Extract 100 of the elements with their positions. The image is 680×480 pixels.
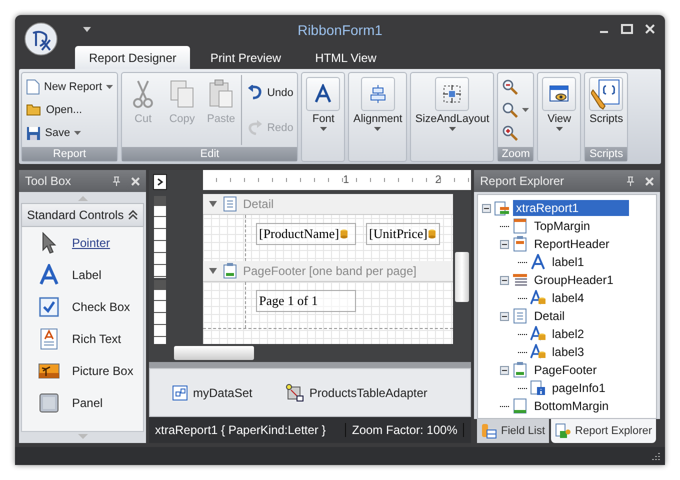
page-footer-band-icon (223, 263, 237, 279)
tree-node[interactable]: BottomMargin (531, 398, 612, 414)
close-icon[interactable] (131, 176, 140, 186)
ribbon-tab[interactable]: HTML View (301, 46, 390, 69)
ribbon-button[interactable]: Undo (245, 83, 296, 102)
panel-title: Report Explorer (480, 174, 564, 188)
ribbon-tab[interactable]: Report Designer (75, 46, 190, 69)
panel-tab[interactable]: Field List (477, 419, 550, 443)
group-band-icon (512, 272, 528, 288)
panel-title: Tool Box (25, 174, 72, 188)
magnifier-icon (502, 78, 518, 95)
window-eye-icon (548, 84, 570, 104)
document-icon (26, 79, 40, 96)
band-title: Detail (243, 197, 274, 211)
page-info-icon (530, 380, 546, 396)
component-tray-item[interactable]: ProductsTableAdapter (286, 384, 428, 402)
resize-icon (442, 84, 462, 104)
tree-node[interactable]: label1 (549, 254, 588, 270)
margin-band-icon (512, 398, 528, 414)
tree-node[interactable]: label3 (549, 344, 588, 360)
group-caption: Scripts (585, 147, 628, 161)
table-adapter-icon (286, 384, 304, 402)
dataset-icon (172, 384, 188, 401)
collapse-icon[interactable] (128, 210, 138, 220)
tree-node[interactable]: pageInfo1 (549, 380, 608, 396)
ribbon-button[interactable]: Save (24, 124, 116, 143)
detail-band-icon (512, 308, 528, 324)
band-icon (512, 236, 528, 252)
ribbon-tab[interactable]: Print Preview (196, 46, 296, 69)
window-title: RibbonForm1 (298, 22, 382, 38)
close-icon[interactable] (645, 24, 655, 34)
alignment-icon (368, 84, 388, 104)
pin-icon[interactable] (112, 176, 121, 186)
application-button[interactable] (24, 22, 58, 56)
checkbox-icon (38, 296, 60, 318)
tree-node[interactable]: xtraReport1 (513, 200, 629, 216)
toolbox-item[interactable]: Check Box (22, 291, 143, 323)
data-label-icon (530, 344, 546, 360)
script-pencil-icon (591, 78, 622, 110)
band-icon (512, 362, 528, 378)
status-text: xtraReport1 { PaperKind:Letter } (149, 423, 346, 438)
report-label[interactable]: [ProductName] (256, 223, 356, 245)
tree-node[interactable]: PageFooter (531, 362, 600, 378)
toolbox-item[interactable]: Rich Text (22, 323, 143, 355)
ribbon-button[interactable]: New Report (24, 77, 116, 98)
folder-icon (26, 103, 42, 118)
quick-access-caret-icon[interactable] (83, 27, 91, 33)
pin-icon[interactable] (626, 176, 635, 186)
tree-node[interactable]: label2 (549, 326, 588, 342)
report-label[interactable]: Page 1 of 1 (256, 290, 356, 312)
expander-icon[interactable] (500, 366, 509, 374)
toolbox-item[interactable]: Pointer (22, 227, 143, 259)
ribbon-button[interactable]: Scripts (587, 75, 626, 145)
ribbon-button[interactable]: Font (304, 75, 342, 159)
tree-node[interactable]: GroupHeader1 (531, 272, 616, 288)
maximize-icon[interactable] (621, 24, 633, 34)
collapse-triangle-icon[interactable] (209, 268, 217, 274)
expander-icon[interactable] (482, 204, 491, 212)
tree-node[interactable]: Detail (531, 308, 568, 324)
expander-icon[interactable] (500, 240, 509, 248)
status-text: Zoom Factor: 100% (346, 423, 464, 438)
chevron-right-icon[interactable] (156, 178, 164, 186)
report-label[interactable]: [UnitPrice] (366, 223, 440, 245)
toolbox-item[interactable]: Panel (22, 387, 143, 419)
ribbon-button[interactable]: SizeAndLayout (413, 75, 492, 159)
ribbon-button[interactable]: Open... (24, 101, 116, 120)
ribbon-button[interactable]: Alignment (351, 75, 404, 159)
report-explorer-icon (555, 423, 572, 439)
clipboard-icon (207, 79, 236, 109)
collapse-triangle-icon[interactable] (209, 201, 217, 207)
magnifier-icon (502, 102, 518, 118)
size-grip-icon[interactable] (651, 451, 661, 461)
field-list-icon (481, 423, 497, 439)
toolbox-item[interactable]: Label (22, 259, 143, 291)
letter-a-icon (313, 84, 334, 104)
redo-arrow-icon (247, 120, 264, 135)
tree-node[interactable]: label4 (549, 290, 588, 306)
letter-a-icon (530, 254, 546, 270)
group-caption: Edit (122, 147, 298, 161)
close-icon[interactable] (645, 176, 654, 186)
tree-node[interactable]: ReportHeader (531, 236, 612, 252)
toolbox-item[interactable]: Picture Box (22, 355, 143, 387)
data-label-icon (530, 290, 546, 306)
undo-arrow-icon (247, 85, 264, 100)
copy-icon (168, 79, 196, 109)
rich-text-icon (38, 328, 60, 350)
tree-node[interactable]: TopMargin (531, 218, 594, 234)
group-caption: Report (22, 147, 118, 161)
expander-icon[interactable] (500, 312, 509, 320)
component-tray-item[interactable]: myDataSet (172, 384, 252, 401)
panel-tab[interactable]: Report Explorer (551, 419, 656, 443)
report-icon (494, 200, 510, 216)
expander-icon[interactable] (500, 276, 509, 284)
data-label-icon (530, 326, 546, 342)
section-title: Standard Controls (27, 208, 124, 222)
ribbon-button[interactable]: View (540, 75, 578, 159)
ruler-number: 1 (343, 174, 350, 186)
group-caption: Zoom (498, 147, 534, 161)
panel-icon (38, 392, 60, 414)
band-title: PageFooter [one band per page] (243, 264, 416, 278)
